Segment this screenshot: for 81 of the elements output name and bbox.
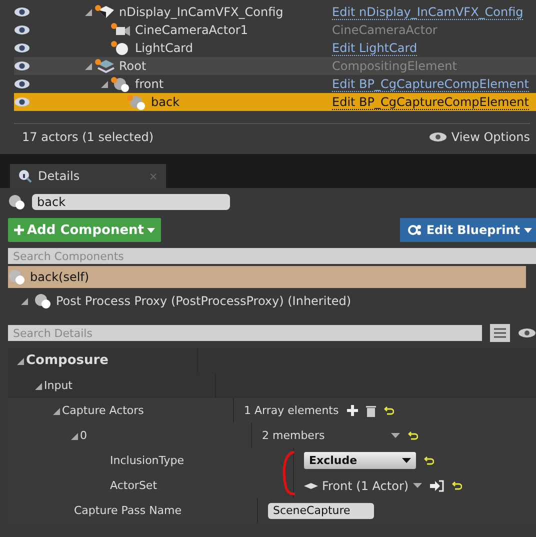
outliner-row[interactable]: Root CompositingElement [14,57,536,75]
edit-link[interactable]: Edit LightCard [332,40,418,56]
spheres-icon [126,94,148,110]
caret-icon [402,458,411,463]
property-label: Capture Actors [62,404,144,417]
edit-link[interactable]: Edit nDisplay_InCamVFX_Config [332,4,524,20]
edit-blueprint-button[interactable]: Edit Blueprint [400,218,536,242]
outliner-row[interactable]: LightCard Edit LightCard [14,39,536,57]
outliner-row[interactable]: back Edit BP_CgCaptureCompElement [14,93,536,111]
property-label: Capture Pass Name [74,504,182,517]
caret-icon [147,228,155,232]
eye-icon [429,132,448,142]
eye-icon[interactable] [518,328,536,338]
actor-label: LightCard [135,41,194,55]
actor-label: front [135,77,164,91]
actor-type: CompositingElement [332,59,457,73]
actor-label: CineCameraActor1 [135,23,248,37]
property-label: 0 [80,429,87,442]
cube-icon [94,4,116,20]
property-label: ActorSet [110,479,158,492]
reset-arrow-icon[interactable] [424,456,434,465]
sign-in-icon[interactable] [430,480,444,492]
component-item[interactable]: Post Process Proxy (PostProcessProxy) (Inherited) [8,290,536,312]
eye-icon[interactable] [14,7,30,17]
property-label: InclusionType [110,454,184,467]
expand-arrow-icon[interactable] [20,297,28,305]
layers-icon [94,58,116,74]
outliner-row[interactable]: front Edit BP_CgCaptureCompElement [14,75,536,93]
property-label: Input [44,379,72,392]
grid-view-icon[interactable] [490,324,510,342]
camera-icon [110,22,132,38]
eye-icon[interactable] [14,61,30,71]
expand-arrow-icon[interactable] [70,432,78,440]
eye-icon[interactable] [14,97,30,107]
eye-icon[interactable] [14,79,30,89]
inclusion-dropdown[interactable]: Exclude [304,452,416,469]
expand-arrow-icon[interactable] [52,406,60,414]
component-item[interactable]: back(self) [8,266,526,288]
expand-arrow-icon[interactable] [16,356,24,364]
capture-pass-name-field[interactable]: SceneCapture [268,502,374,518]
eye-icon[interactable] [14,43,30,53]
property-value: 2 members [262,429,325,442]
info-magnifier-icon [18,169,32,183]
actor-set-dropdown[interactable]: Front (1 Actor) [304,478,422,492]
details-tab[interactable]: Details × [10,164,166,188]
diamond-icon [304,482,318,488]
actor-type: CineCameraActor [332,23,438,37]
expand-arrow-icon[interactable] [100,80,108,88]
spheres-icon [110,76,132,92]
search-components-field[interactable]: Search Components [8,248,536,264]
caret-icon [412,483,422,488]
expand-arrow-icon[interactable] [34,382,42,390]
plus-icon[interactable] [346,405,358,416]
view-options-button[interactable]: View Options [429,130,530,144]
reset-arrow-icon[interactable] [408,431,418,440]
edit-link[interactable]: Edit BP_CgCaptureCompElement [332,76,529,92]
reset-arrow-icon[interactable] [384,406,394,415]
spheres-icon [8,194,26,210]
expand-arrow-icon[interactable] [84,8,92,16]
property-value: 1 Array elements [244,404,339,417]
actor-count: 17 actors (1 selected) [22,130,154,144]
name-field[interactable]: back [32,194,230,210]
actor-label: nDisplay_InCamVFX_Config [119,5,284,19]
spheres-icon [34,293,52,309]
reset-arrow-icon[interactable] [452,481,462,490]
caret-icon [524,228,532,232]
annotation-mark [282,450,296,496]
caret-icon[interactable] [390,433,400,438]
actor-label: Root [119,59,146,73]
eye-icon[interactable] [14,25,30,35]
search-details-field[interactable]: Search Details [8,325,482,341]
outliner-row[interactable]: CineCameraActor1 CineCameraActor [14,21,536,39]
property-label: Composure [26,353,108,368]
outliner-row[interactable]: nDisplay_InCamVFX_Config Edit nDisplay_InCamVFX_Config [14,3,536,21]
spheres-icon [8,269,26,285]
edit-link[interactable]: Edit BP_CgCaptureCompElement [332,94,529,110]
actor-label: back [151,95,180,109]
trash-icon[interactable] [366,404,376,416]
plus-icon [14,225,24,235]
gears-icon [408,224,422,236]
expand-arrow-icon[interactable] [84,62,92,70]
